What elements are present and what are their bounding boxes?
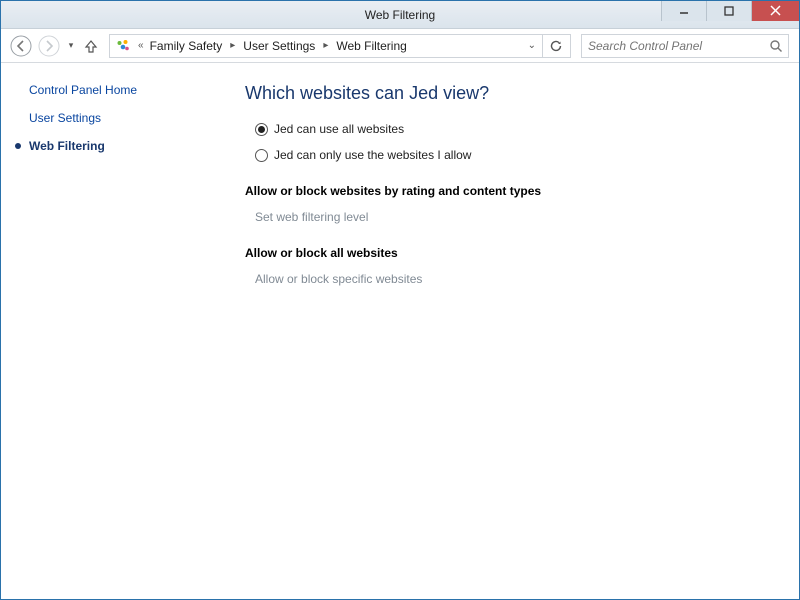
breadcrumb-seg-0[interactable]: Family Safety xyxy=(146,35,227,57)
window: Web Filtering ▾ xyxy=(0,0,800,600)
breadcrumb-seg-1[interactable]: User Settings xyxy=(239,35,319,57)
bullet-icon xyxy=(15,143,21,149)
chevron-right-icon[interactable]: ▸ xyxy=(319,40,332,51)
search-box[interactable] xyxy=(581,34,789,58)
search-input[interactable] xyxy=(582,39,764,53)
navbar: ▾ « Family Safety ▸ User Settings ▸ Web … xyxy=(1,29,799,63)
family-safety-icon xyxy=(114,37,132,55)
body: Control Panel Home User Settings Web Fil… xyxy=(1,63,799,599)
back-button[interactable] xyxy=(9,34,33,58)
maximize-button[interactable] xyxy=(706,1,751,21)
sidebar: Control Panel Home User Settings Web Fil… xyxy=(1,63,221,599)
radio-option-all-websites[interactable]: Jed can use all websites xyxy=(255,122,775,136)
sidebar-link-control-panel-home[interactable]: Control Panel Home xyxy=(29,83,213,97)
titlebar: Web Filtering xyxy=(1,1,799,29)
radio-label: Jed can only use the websites I allow xyxy=(274,148,471,162)
link-set-filtering-level[interactable]: Set web filtering level xyxy=(255,210,775,224)
refresh-button[interactable] xyxy=(542,34,568,58)
chevron-right-icon[interactable]: ▸ xyxy=(226,40,239,51)
forward-button[interactable] xyxy=(37,34,61,58)
window-controls xyxy=(661,1,799,21)
recent-locations-dropdown[interactable]: ▾ xyxy=(65,40,77,51)
content: Which websites can Jed view? Jed can use… xyxy=(221,63,799,599)
up-button[interactable] xyxy=(81,36,101,56)
radio-option-allowed-only[interactable]: Jed can only use the websites I allow xyxy=(255,148,775,162)
breadcrumb-dropdown-icon[interactable]: ⌄ xyxy=(522,40,542,51)
breadcrumb-overflow-icon[interactable]: « xyxy=(134,40,146,51)
breadcrumb-seg-2[interactable]: Web Filtering xyxy=(332,35,410,57)
sidebar-link-user-settings[interactable]: User Settings xyxy=(29,111,213,125)
close-button[interactable] xyxy=(751,1,799,21)
minimize-button[interactable] xyxy=(661,1,706,21)
search-icon[interactable] xyxy=(764,39,788,53)
radio-icon xyxy=(255,123,268,136)
section-allow-block-title: Allow or block all websites xyxy=(245,246,775,260)
sidebar-active-label: Web Filtering xyxy=(29,139,105,153)
link-allow-block-specific[interactable]: Allow or block specific websites xyxy=(255,272,775,286)
page-heading: Which websites can Jed view? xyxy=(245,83,775,104)
radio-icon xyxy=(255,149,268,162)
section-rating-title: Allow or block websites by rating and co… xyxy=(245,184,775,198)
breadcrumb[interactable]: « Family Safety ▸ User Settings ▸ Web Fi… xyxy=(109,34,571,58)
radio-label: Jed can use all websites xyxy=(274,122,404,136)
sidebar-item-web-filtering[interactable]: Web Filtering xyxy=(15,139,213,153)
